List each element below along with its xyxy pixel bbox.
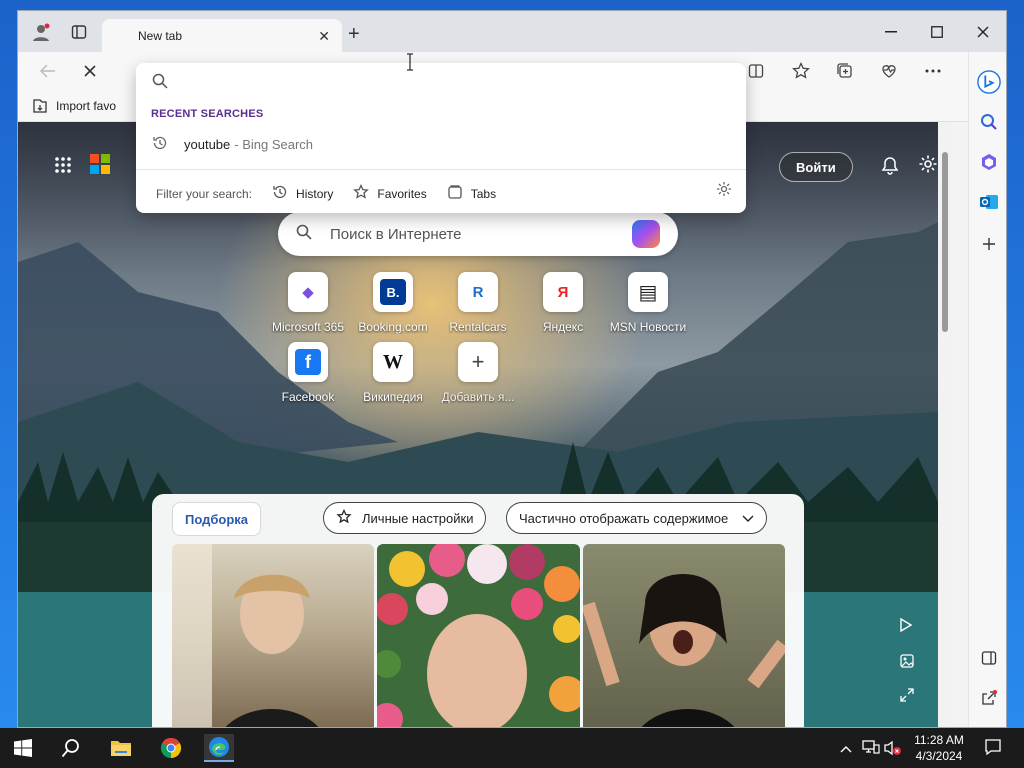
address-input[interactable] [182, 71, 722, 93]
filter-label: Filter your search: [156, 186, 253, 201]
browser-window: New tab ✕ + Import favo Войти Поиск в Ин… [17, 10, 1007, 728]
windows-taskbar: 11:28 AM 4/3/2024 [0, 728, 1024, 768]
search-placeholder: Поиск в Интернете [330, 225, 462, 243]
title-bar: New tab ✕ + [18, 11, 1006, 53]
stop-loading-icon[interactable] [78, 60, 102, 82]
search-icon [296, 224, 312, 245]
browser-essentials-icon[interactable] [877, 60, 901, 82]
tab-title: New tab [138, 29, 183, 43]
history-clock-icon [152, 135, 168, 154]
web-search-box[interactable]: Поиск в Интернете [278, 212, 678, 256]
taskbar-clock[interactable]: 11:28 AM 4/3/2024 [906, 732, 972, 764]
news-image-1[interactable] [172, 544, 374, 727]
tab-actions-icon[interactable] [68, 21, 90, 43]
quick-link-rentalcars[interactable]: R Rentalcars [436, 272, 520, 334]
facebook-icon: f [288, 342, 328, 382]
favorites-star-icon[interactable] [789, 60, 813, 82]
volume-muted-icon[interactable] [884, 740, 902, 759]
news-image-3[interactable] [583, 544, 785, 727]
expand-icon[interactable] [900, 688, 914, 705]
tabs-filter-icon [447, 184, 463, 203]
quick-link-yandex[interactable]: Я Яндекс [521, 272, 605, 334]
maximize-button[interactable] [914, 19, 960, 45]
import-favorites-link[interactable]: Import favo [56, 99, 116, 113]
profile-icon[interactable] [30, 21, 52, 43]
show-hidden-icons-chevron-up-icon[interactable] [840, 740, 852, 756]
history-filter-icon [272, 184, 288, 203]
search-filter-row: Filter your search: History Favorites Ta… [156, 183, 496, 203]
content-visibility-dropdown[interactable]: Частично отображать содержимое [506, 502, 768, 534]
notifications-bell-icon[interactable] [880, 156, 900, 181]
page-scrollbar[interactable] [938, 122, 952, 727]
file-explorer-icon[interactable] [106, 734, 136, 762]
background-image-icon[interactable] [900, 654, 914, 671]
add-sidebar-app-icon[interactable] [977, 232, 1001, 256]
rentalcars-icon: R [458, 272, 498, 312]
collections-icon[interactable] [833, 60, 857, 82]
split-screen-icon[interactable] [744, 60, 768, 82]
edge-sidebar [968, 52, 1006, 727]
quick-link-facebook[interactable]: f Facebook [266, 342, 350, 404]
quick-link-booking[interactable]: B. Booking.com [351, 272, 435, 334]
page-settings-gear-icon[interactable] [918, 154, 938, 180]
clock-time: 11:28 AM [914, 733, 964, 747]
filter-tabs-button[interactable]: Tabs [447, 184, 496, 203]
recent-search-query: youtube [184, 137, 231, 152]
outlook-sidebar-icon[interactable] [977, 190, 1001, 214]
taskbar-search-icon[interactable] [56, 734, 86, 762]
chrome-icon[interactable] [156, 734, 186, 762]
copilot-icon[interactable] [632, 220, 660, 248]
recent-search-source: - Bing Search [234, 137, 314, 152]
more-options-icon[interactable] [921, 60, 945, 82]
recent-search-item[interactable]: youtube - Bing Search [152, 135, 313, 154]
dropdown-divider [136, 169, 746, 170]
tab-close-icon[interactable]: ✕ [318, 28, 330, 45]
wikipedia-icon: W [373, 342, 413, 382]
microsoft-365-sidebar-icon[interactable] [977, 150, 1001, 174]
quick-link-microsoft-365[interactable]: ◆ Microsoft 365 [266, 272, 350, 334]
minimize-button[interactable] [868, 19, 914, 45]
msn-news-icon: ▤ [628, 272, 668, 312]
edge-taskbar-icon[interactable] [204, 734, 234, 762]
notifications-icon[interactable] [984, 738, 1002, 759]
hide-sidebar-icon[interactable] [977, 646, 1001, 670]
add-shortcut-icon: + [458, 342, 498, 382]
news-feed: Подборка Личные настройки Частично отобр… [152, 494, 804, 727]
apps-launcher-icon[interactable] [54, 156, 72, 174]
start-windows-icon[interactable] [8, 734, 38, 762]
text-cursor-icon [406, 53, 414, 76]
filter-favorites-button[interactable]: Favorites [353, 183, 427, 203]
network-icon[interactable] [862, 740, 880, 757]
address-bar-dropdown: RECENT SEARCHES youtube - Bing Search Fi… [136, 63, 746, 213]
close-window-button[interactable] [960, 19, 1006, 45]
microsoft-365-icon: ◆ [288, 272, 328, 312]
feed-tab-featured[interactable]: Подборка [172, 502, 262, 536]
microsoft-logo-icon [90, 154, 110, 174]
address-search-icon [152, 73, 168, 93]
news-image-2[interactable] [377, 544, 580, 727]
new-tab-button[interactable]: + [348, 23, 360, 46]
sidebar-search-icon[interactable] [977, 110, 1001, 134]
search-settings-gear-icon[interactable] [716, 181, 732, 202]
signin-button[interactable]: Войти [779, 152, 853, 182]
sparkle-star-icon [336, 508, 352, 528]
booking-icon: B. [373, 272, 413, 312]
quick-link-msn-news[interactable]: ▤ MSN Новости [606, 272, 690, 334]
import-favorites-icon[interactable] [32, 98, 48, 113]
quick-link-add[interactable]: + Добавить я... [436, 342, 520, 404]
external-link-icon[interactable] [977, 686, 1001, 710]
filter-history-button[interactable]: History [272, 184, 333, 203]
quick-link-wikipedia[interactable]: W Википедия [351, 342, 435, 404]
yandex-icon: Я [543, 272, 583, 312]
feed-play-icon[interactable] [900, 617, 913, 635]
copilot-sidebar-icon[interactable] [977, 70, 1001, 94]
tab-new-tab[interactable]: New tab ✕ [102, 19, 342, 53]
favorites-filter-icon [353, 183, 370, 203]
recent-searches-heading: RECENT SEARCHES [151, 108, 264, 120]
clock-date: 4/3/2024 [915, 749, 963, 763]
chevron-down-icon [742, 511, 754, 526]
back-icon[interactable] [36, 60, 60, 82]
scrollbar-thumb[interactable] [942, 152, 948, 332]
personalize-button[interactable]: Личные настройки [323, 502, 487, 534]
